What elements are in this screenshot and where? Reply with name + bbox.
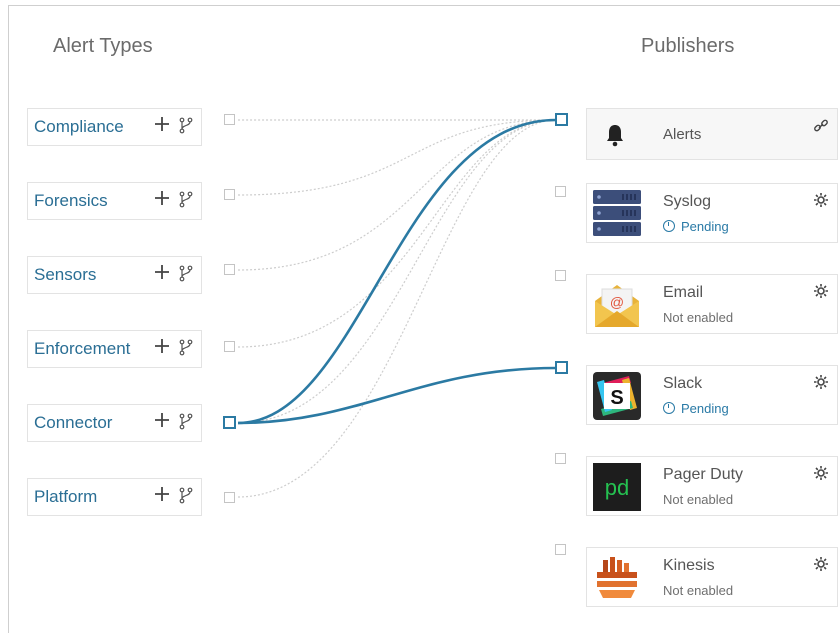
- alert-type-label: Sensors: [34, 265, 97, 284]
- gear-icon[interactable]: [813, 465, 829, 481]
- server-icon: [593, 190, 641, 236]
- line-enforcement-alerts: [237, 119, 557, 348]
- alert-type-compliance[interactable]: Compliance: [27, 108, 202, 146]
- alert-type-enforcement[interactable]: Enforcement: [27, 330, 202, 368]
- publisher-status-text: Pending: [681, 219, 729, 234]
- email-at-sign: @: [610, 294, 624, 310]
- email-icon: @: [595, 285, 639, 327]
- plus-icon[interactable]: [154, 412, 170, 428]
- plus-icon[interactable]: [154, 190, 170, 206]
- publisher-email[interactable]: @ Email Not enabled: [586, 274, 838, 334]
- publisher-name: Pager Duty: [663, 466, 744, 483]
- bell-icon: [607, 125, 623, 147]
- publisher-status-text: Not enabled: [663, 310, 734, 325]
- line-connector-alerts-dotted: [237, 119, 557, 424]
- gear-icon[interactable]: [813, 556, 829, 572]
- alert-type-connector-compliance[interactable]: [224, 114, 235, 125]
- gear-icon[interactable]: [813, 192, 829, 208]
- alert-type-label: Enforcement: [34, 339, 131, 358]
- pagerduty-logo-text: pd: [605, 475, 629, 500]
- plus-icon[interactable]: [154, 116, 170, 132]
- publisher-syslog[interactable]: Syslog Pending: [586, 183, 838, 243]
- alert-type-forensics[interactable]: Forensics: [27, 182, 202, 220]
- publisher-connector-syslog[interactable]: [555, 186, 566, 197]
- line-platform-alerts: [237, 119, 557, 498]
- publisher-kinesis[interactable]: Kinesis Not enabled: [586, 547, 838, 607]
- branch-icon[interactable]: [179, 339, 193, 356]
- alert-type-label: Compliance: [34, 117, 124, 136]
- slack-letter: S: [610, 387, 623, 409]
- alert-type-connector-enforcement[interactable]: [224, 341, 235, 352]
- branch-icon[interactable]: [179, 487, 193, 504]
- publisher-connector-slack[interactable]: [555, 361, 568, 374]
- publisher-connector-kinesis[interactable]: [555, 544, 566, 555]
- plus-icon[interactable]: [154, 486, 170, 502]
- publisher-name: Slack: [663, 375, 703, 392]
- publisher-name: Syslog: [663, 193, 712, 210]
- gear-icon[interactable]: [813, 374, 829, 390]
- alert-type-connector-platform[interactable]: [224, 492, 235, 503]
- alert-type-label: Platform: [34, 487, 98, 506]
- branch-icon[interactable]: [179, 413, 193, 430]
- publisher-pagerduty[interactable]: pd Pager Duty Not enabled: [586, 456, 838, 516]
- alert-type-connector-sensors[interactable]: [224, 264, 235, 275]
- alert-type-connector-connector[interactable]: [223, 416, 236, 429]
- alert-type-platform[interactable]: Platform: [27, 478, 202, 516]
- publisher-alerts[interactable]: Alerts: [586, 108, 838, 160]
- alert-type-connector[interactable]: Connector: [27, 404, 202, 442]
- plus-icon[interactable]: [154, 338, 170, 354]
- publisher-status-text: Pending: [681, 401, 729, 416]
- clock-icon: [663, 220, 675, 232]
- line-sensors-alerts: [237, 119, 557, 271]
- slack-icon: S: [593, 372, 641, 420]
- branch-icon[interactable]: [179, 117, 193, 134]
- publisher-status-text: Not enabled: [663, 492, 734, 507]
- kinesis-icon: [597, 557, 637, 598]
- alert-type-label: Connector: [34, 413, 113, 432]
- clock-icon: [663, 402, 675, 414]
- publisher-name: Alerts: [663, 126, 702, 143]
- publisher-name: Email: [663, 284, 704, 301]
- link-icon[interactable]: [813, 118, 829, 134]
- publisher-connector-alerts[interactable]: [555, 113, 568, 126]
- line-connector-slack: [237, 366, 557, 425]
- publisher-status-text: Not enabled: [663, 583, 734, 598]
- alert-type-connector-forensics[interactable]: [224, 189, 235, 200]
- line-connector-alerts: [237, 118, 557, 425]
- plus-icon[interactable]: [154, 264, 170, 280]
- publisher-slack[interactable]: S Slack Pending: [586, 365, 838, 425]
- publisher-connector-email[interactable]: [555, 270, 566, 281]
- publisher-connector-pagerduty[interactable]: [555, 453, 566, 464]
- alert-type-label: Forensics: [34, 191, 108, 210]
- gear-icon[interactable]: [813, 283, 829, 299]
- publisher-status: Pending: [663, 219, 729, 234]
- branch-icon[interactable]: [179, 191, 193, 208]
- publisher-name: Kinesis: [663, 557, 715, 574]
- alert-type-sensors[interactable]: Sensors: [27, 256, 202, 294]
- branch-icon[interactable]: [179, 265, 193, 282]
- publisher-status: Pending: [663, 401, 729, 416]
- pagerduty-icon: pd: [593, 463, 641, 511]
